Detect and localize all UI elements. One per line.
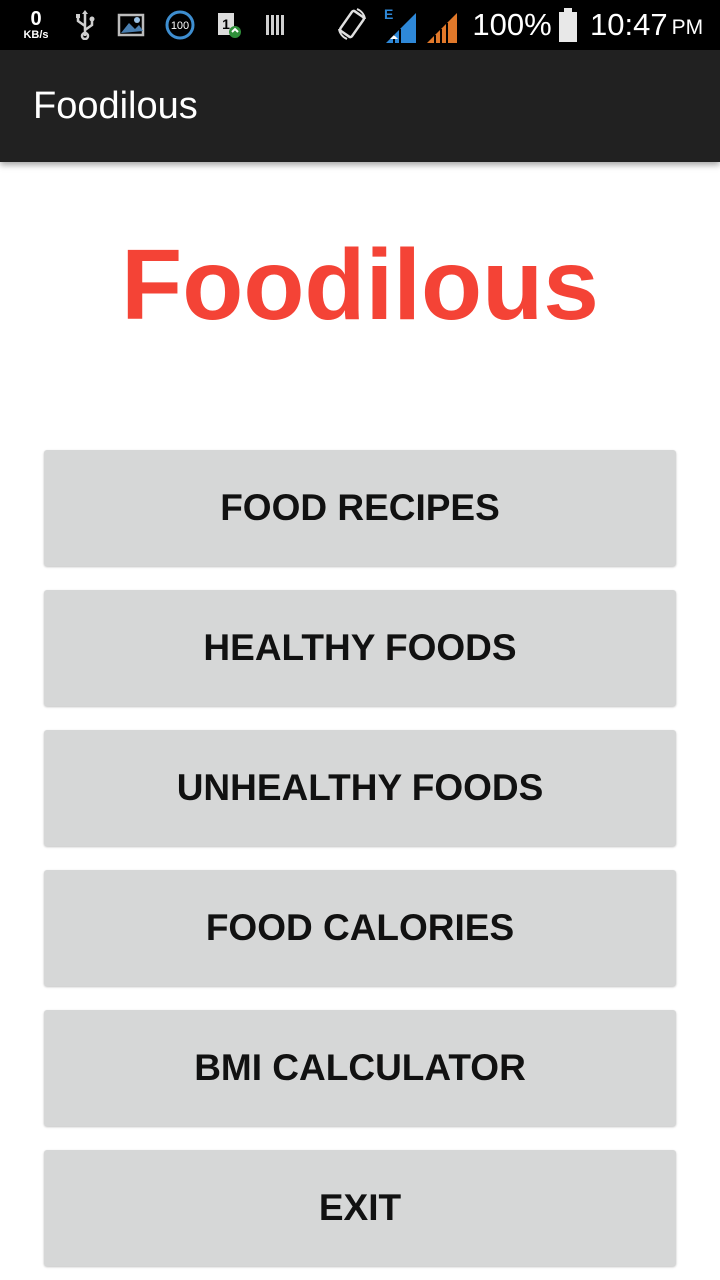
network-type: E: [384, 6, 393, 22]
exit-label: EXIT: [318, 1187, 402, 1228]
app-bar: Foodilous: [0, 50, 720, 162]
net-speed-indicator: 0 KB/s: [18, 0, 54, 50]
food-recipes-label: FOOD RECIPES: [220, 487, 500, 528]
signal-icon: E: [380, 0, 420, 50]
rotate-icon: [334, 0, 370, 50]
food-recipes-button[interactable]: FOOD RECIPES: [44, 450, 676, 566]
food-calories-button[interactable]: FOOD CALORIES: [44, 870, 676, 986]
clock: 10:47 PM: [590, 0, 710, 50]
food-calories-label: FOOD CALORIES: [205, 907, 515, 948]
app-bar-title: Foodilous: [33, 85, 198, 127]
net-speed-unit: KB/s: [23, 29, 49, 41]
clock-time: 10:47: [590, 7, 668, 42]
image-icon: [116, 0, 148, 50]
unhealthy-foods-button[interactable]: UNHEALTHY FOODS: [44, 730, 676, 846]
app-headline: Foodilous: [121, 229, 599, 341]
bmi-calculator-label: BMI CALCULATOR: [194, 1047, 526, 1088]
exit-button[interactable]: EXIT: [44, 1150, 676, 1266]
usb-icon: [70, 0, 100, 50]
clock-ampm: PM: [671, 16, 704, 39]
signal-icon: [422, 0, 460, 50]
net-speed-value: 0: [30, 8, 42, 30]
notification-badge: 100: [171, 20, 189, 32]
svg-text:1: 1: [222, 16, 230, 32]
battery-icon: [554, 0, 582, 50]
barcode-icon: [262, 0, 290, 50]
bmi-calculator-button[interactable]: BMI CALCULATOR: [44, 1010, 676, 1126]
healthy-foods-label: HEALTHY FOODS: [203, 627, 517, 668]
healthy-foods-button[interactable]: HEALTHY FOODS: [44, 590, 676, 706]
status-bar: 0 KB/s 100 1 E 100% 10:47 PM: [0, 0, 720, 50]
data-saver-icon: 100: [163, 0, 197, 50]
battery-percent: 100%: [472, 7, 552, 42]
sim-icon: 1: [212, 0, 244, 50]
unhealthy-foods-label: UNHEALTHY FOODS: [176, 767, 544, 808]
